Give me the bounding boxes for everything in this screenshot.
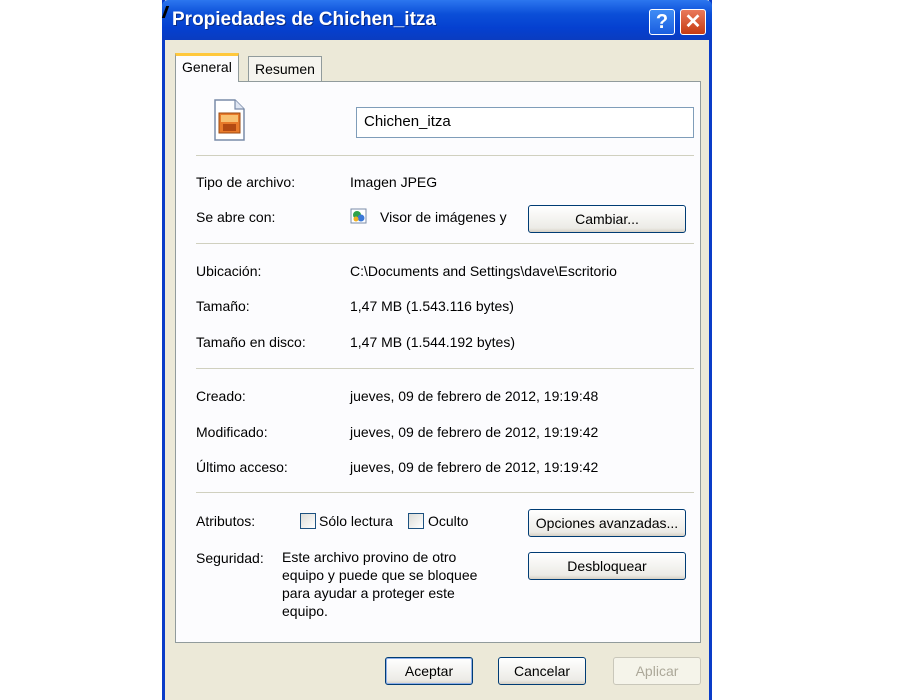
window-title: Propiedades de Chichen_itza [172, 9, 436, 30]
opens-with-label: Se abre con: [196, 209, 276, 225]
close-button[interactable]: ✕ [680, 9, 706, 35]
ok-button[interactable]: Aceptar [385, 657, 473, 685]
file-name-input[interactable]: Chichen_itza [356, 107, 694, 138]
general-tab-panel: Chichen_itza Tipo de archivo: Imagen JPE… [175, 81, 701, 643]
help-button[interactable]: ? [649, 9, 675, 35]
disk-size-value: 1,47 MB (1.544.192 bytes) [350, 334, 515, 350]
cancel-button[interactable]: Cancelar [498, 657, 586, 685]
location-label: Ubicación: [196, 263, 262, 279]
size-label: Tamaño: [196, 298, 250, 314]
location-value: C:\Documents and Settings\dave\Escritori… [350, 263, 617, 279]
created-label: Creado: [196, 388, 246, 404]
change-program-button[interactable]: Cambiar... [528, 205, 686, 233]
modified-label: Modificado: [196, 424, 268, 440]
properties-dialog: Propiedades de Chichen_itza ? ✕ General … [161, 0, 712, 700]
attributes-label: Atributos: [196, 513, 256, 529]
file-type-label: Tipo de archivo: [196, 174, 296, 190]
last-accessed-label: Último acceso: [196, 459, 288, 475]
unblock-button[interactable]: Desbloquear [528, 552, 686, 580]
image-viewer-icon [350, 208, 367, 224]
file-type-value: Imagen JPEG [350, 174, 438, 190]
disk-size-label: Tamaño en disco: [196, 334, 306, 350]
size-value: 1,47 MB (1.543.116 bytes) [350, 298, 514, 314]
last-accessed-value: jueves, 09 de febrero de 2012, 19:19:42 [350, 459, 599, 475]
hidden-checkbox[interactable] [408, 513, 424, 529]
hidden-label[interactable]: Oculto [428, 513, 468, 529]
title-bar[interactable]: Propiedades de Chichen_itza ? ✕ [161, 0, 712, 40]
advanced-options-button[interactable]: Opciones avanzadas... [528, 509, 686, 537]
tab-resumen[interactable]: Resumen [248, 56, 322, 82]
read-only-checkbox[interactable] [300, 513, 316, 529]
modified-value: jueves, 09 de febrero de 2012, 19:19:42 [350, 424, 599, 440]
separator [196, 492, 694, 493]
separator [196, 155, 694, 156]
read-only-label[interactable]: Sólo lectura [319, 513, 393, 529]
opens-with-value: Visor de imágenes y [380, 209, 507, 225]
created-value: jueves, 09 de febrero de 2012, 19:19:48 [350, 388, 599, 404]
jpeg-file-icon [214, 99, 245, 141]
separator [196, 368, 694, 369]
tab-general[interactable]: General [175, 53, 239, 82]
security-message: Este archivo provino de otro equipo y pu… [282, 549, 478, 619]
separator [196, 243, 694, 244]
security-label: Seguridad: [196, 550, 264, 566]
apply-button[interactable]: Aplicar [613, 657, 701, 685]
